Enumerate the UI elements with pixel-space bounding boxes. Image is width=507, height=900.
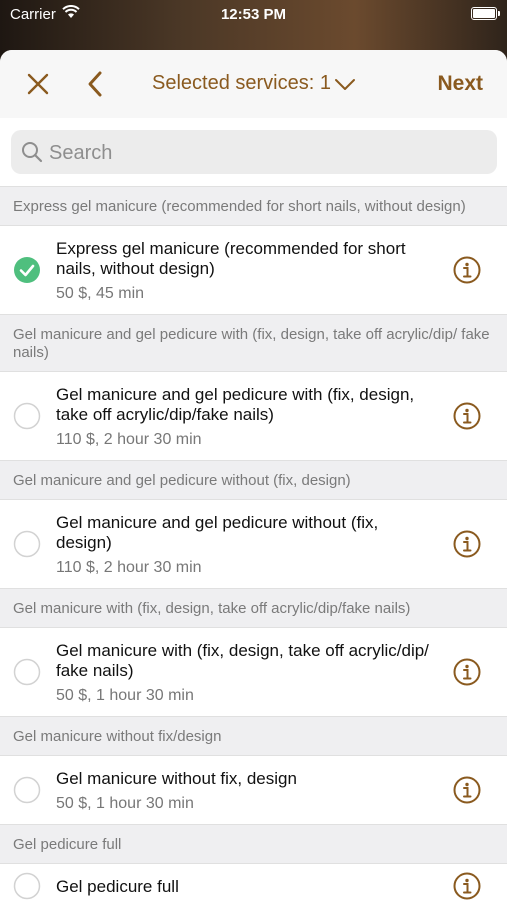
back-chevron-icon[interactable]: [82, 68, 110, 100]
checkmark-selected-icon[interactable]: [13, 256, 41, 284]
navigation-bar: Selected services: 1 Next: [0, 50, 507, 118]
info-icon[interactable]: [453, 530, 481, 558]
service-price-duration: 50 $, 1 hour 30 min: [56, 687, 194, 704]
service-row[interactable]: Express gel manicure (recommended for sh…: [0, 226, 507, 314]
service-name: Gel manicure and gel pedicure with (fix,…: [56, 385, 415, 424]
service-name: Express gel manicure (recommended for sh…: [56, 239, 406, 278]
battery-icon: [471, 7, 500, 20]
service-price-duration: 50 $, 45 min: [56, 285, 145, 302]
info-icon[interactable]: [453, 402, 481, 430]
service-name: Gel manicure and gel pedicure without (f…: [56, 513, 379, 552]
section-header: Gel manicure with (fix, design, take off…: [0, 588, 507, 628]
section-header: Gel pedicure full: [0, 824, 507, 864]
service-row[interactable]: Gel manicure without fix, design 50 $, 1 …: [0, 756, 507, 824]
info-icon[interactable]: [453, 256, 481, 284]
selected-services-title[interactable]: Selected services: 1: [152, 72, 331, 95]
section-header: Express gel manicure (recommended for sh…: [0, 186, 507, 226]
search-icon: [22, 142, 43, 163]
radio-unselected-icon[interactable]: [13, 402, 41, 430]
info-icon[interactable]: [453, 658, 481, 686]
radio-unselected-icon[interactable]: [13, 658, 41, 686]
radio-unselected-icon[interactable]: [13, 872, 41, 900]
service-row[interactable]: Gel manicure and gel pedicure without (f…: [0, 500, 507, 588]
radio-unselected-icon[interactable]: [13, 776, 41, 804]
service-price-duration: 50 $, 1 hour 30 min: [56, 795, 194, 812]
close-icon[interactable]: [22, 68, 54, 100]
next-button[interactable]: Next: [437, 72, 483, 96]
section-header: Gel manicure and gel pedicure without (f…: [0, 460, 507, 500]
service-list: Express gel manicure (recommended for sh…: [0, 186, 507, 900]
service-name: Gel pedicure full: [56, 877, 179, 896]
search-bar: [0, 118, 507, 186]
service-row[interactable]: Gel pedicure full: [0, 864, 507, 900]
radio-unselected-icon[interactable]: [13, 530, 41, 558]
status-bar: Carrier 12:53 PM: [0, 0, 507, 30]
section-header: Gel manicure without fix/design: [0, 716, 507, 756]
info-icon[interactable]: [453, 776, 481, 804]
service-name: Gel manicure without fix, design: [56, 769, 297, 788]
clock: 12:53 PM: [220, 6, 287, 23]
section-header: Gel manicure and gel pedicure with (fix,…: [0, 314, 507, 372]
search-field[interactable]: [11, 130, 497, 176]
service-price-duration: 110 $, 2 hour 30 min: [56, 559, 202, 576]
info-icon[interactable]: [453, 872, 481, 900]
chevron-down-icon[interactable]: [334, 76, 356, 92]
service-row[interactable]: Gel manicure and gel pedicure with (fix,…: [0, 372, 507, 460]
service-price-duration: 110 $, 2 hour 30 min: [56, 431, 202, 448]
search-input[interactable]: [47, 130, 491, 176]
service-row[interactable]: Gel manicure with (fix, design, take off…: [0, 628, 507, 716]
service-name: Gel manicure with (fix, design, take off…: [56, 641, 429, 680]
service-selection-sheet: Selected services: 1 Next Express gel ma…: [0, 50, 507, 900]
